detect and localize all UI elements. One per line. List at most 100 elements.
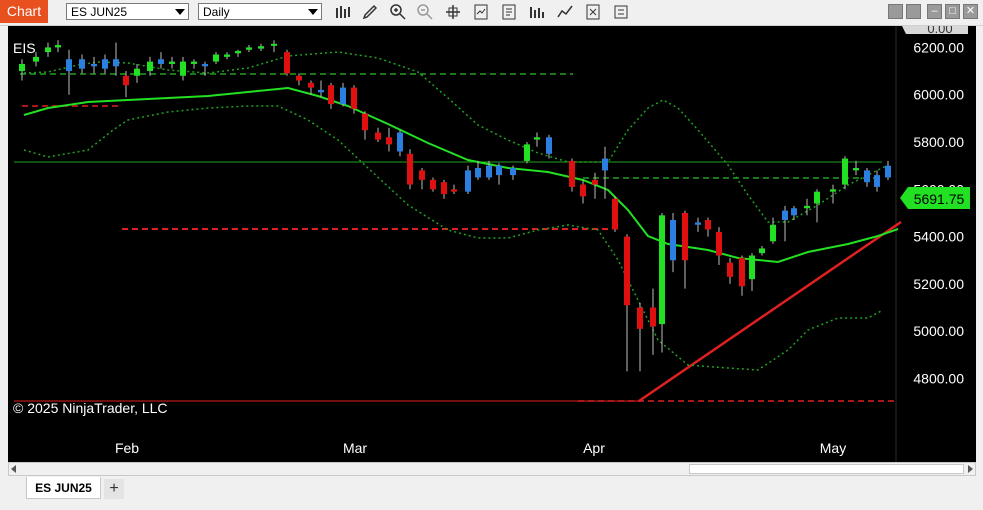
candle-body <box>830 189 836 192</box>
candle-body <box>791 208 797 216</box>
candle-body <box>874 175 880 187</box>
indicators-icon[interactable] <box>472 3 490 21</box>
candle-body <box>705 220 711 230</box>
chart-trader-icon[interactable] <box>584 3 602 21</box>
x-tick-label: May <box>820 440 846 456</box>
instrument-value: ES JUN25 <box>71 5 128 19</box>
candle-body <box>486 165 492 178</box>
zoom-out-icon[interactable] <box>416 3 434 21</box>
candle-body <box>123 75 129 86</box>
tab-bar: ES JUN25 + <box>0 477 983 510</box>
horizontal-scrollbar[interactable] <box>8 462 976 476</box>
minimize-icon: – <box>931 5 938 17</box>
candle <box>612 196 618 232</box>
candle-body <box>340 87 346 105</box>
scrollbar-thumb[interactable] <box>689 464 964 474</box>
top-price-tag-text: 0.00 <box>927 26 952 36</box>
data-box-icon[interactable] <box>528 3 546 21</box>
chart-panel[interactable]: 6200.006000.005800.005600.005400.005200.… <box>8 26 976 462</box>
x-tick-label: Apr <box>583 440 605 456</box>
candle-body <box>33 56 39 62</box>
candle-body <box>739 257 745 287</box>
candle-body <box>397 132 403 152</box>
candle-body <box>102 59 108 69</box>
x-tick-label: Feb <box>115 440 139 456</box>
scroll-left-icon[interactable] <box>11 465 16 473</box>
candle-body <box>465 170 471 192</box>
candle <box>407 149 413 190</box>
add-tab-button[interactable]: + <box>104 479 124 499</box>
y-tick-label: 5200.00 <box>913 276 964 292</box>
candle-body <box>430 179 436 190</box>
candle-body <box>45 47 51 53</box>
candle-body <box>602 158 608 171</box>
candle-body <box>749 255 755 280</box>
candle-body <box>66 59 72 72</box>
bar-type-icon[interactable] <box>334 3 352 21</box>
properties-icon[interactable] <box>612 3 630 21</box>
scroll-right-icon[interactable] <box>968 465 973 473</box>
window-options-button[interactable] <box>906 4 921 19</box>
candle-body <box>246 47 252 50</box>
candle-body <box>716 231 722 256</box>
chevron-down-icon <box>175 9 185 15</box>
candle-body <box>375 132 381 140</box>
y-tick-label: 6000.00 <box>913 87 964 103</box>
candle-body <box>224 54 230 57</box>
candle-body <box>308 82 314 88</box>
candle-body <box>695 222 701 225</box>
candle-body <box>351 87 357 109</box>
interval-select[interactable]: Daily <box>198 3 322 20</box>
maximize-icon: □ <box>949 5 956 17</box>
candle-body <box>296 75 302 81</box>
x-tick-label: Mar <box>343 440 367 456</box>
candle-body <box>624 236 630 306</box>
chart-background <box>8 26 976 462</box>
candle-body <box>79 59 85 69</box>
candle-body <box>271 43 277 46</box>
candle-body <box>451 189 457 192</box>
y-tick-label: 4800.00 <box>913 371 964 387</box>
candle-body <box>727 262 733 277</box>
candle-body <box>885 165 891 178</box>
candle-body <box>853 168 859 171</box>
candle-body <box>546 137 552 154</box>
drawing-tool-icon[interactable] <box>361 3 379 21</box>
strategies-icon[interactable] <box>500 3 518 21</box>
candle-body <box>180 61 186 76</box>
candle-body <box>318 89 324 93</box>
candle-body <box>475 168 481 178</box>
chart-title-tab[interactable]: Chart <box>0 0 48 23</box>
candle-body <box>682 212 688 261</box>
candle-body <box>580 184 586 197</box>
candle-body <box>770 224 776 242</box>
candle-body <box>91 63 97 67</box>
price-chart[interactable]: 6200.006000.005800.005600.005400.005200.… <box>8 26 976 462</box>
close-icon: ✕ <box>965 5 976 17</box>
crosshair-icon[interactable] <box>444 3 462 21</box>
candle-body <box>637 307 643 329</box>
symbol-label: EIS <box>13 40 36 56</box>
close-button[interactable]: ✕ <box>963 4 978 19</box>
chevron-down-icon <box>308 9 318 15</box>
candle-body <box>441 182 447 195</box>
candle-body <box>284 52 290 74</box>
candle-body <box>191 61 197 64</box>
y-tick-label: 5800.00 <box>913 134 964 150</box>
candle-body <box>650 307 656 327</box>
tab-es-jun25[interactable]: ES JUN25 <box>26 477 101 499</box>
copyright-text: © 2025 NinjaTrader, LLC <box>13 400 168 416</box>
candle <box>842 156 848 190</box>
candle <box>524 142 530 164</box>
maximize-button[interactable]: □ <box>945 4 960 19</box>
candle-body <box>592 179 598 185</box>
last-price-text: 5691.75 <box>914 191 965 207</box>
candle-body <box>670 220 676 261</box>
candle-body <box>213 54 219 62</box>
zoom-in-icon[interactable] <box>389 3 407 21</box>
instrument-select[interactable]: ES JUN25 <box>66 3 189 20</box>
line-chart-icon[interactable] <box>556 3 574 21</box>
candle-body <box>158 59 164 64</box>
minimize-button[interactable]: – <box>927 4 942 19</box>
window-pin-button[interactable] <box>888 4 903 19</box>
